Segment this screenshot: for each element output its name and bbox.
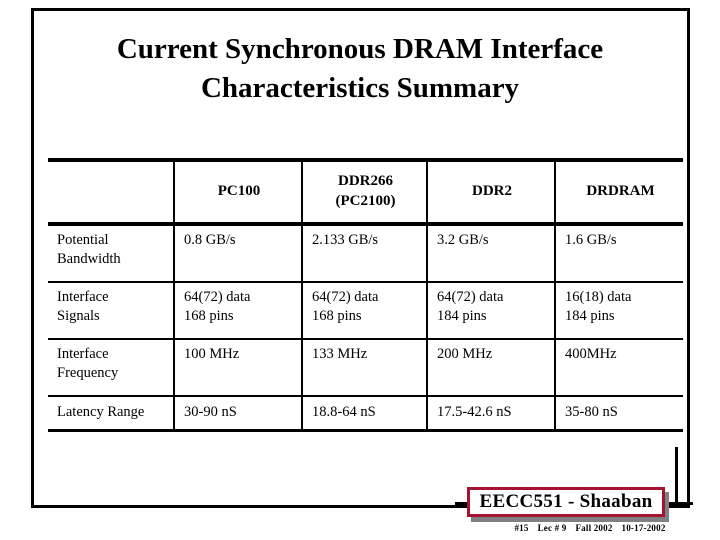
- cell-line-2: 184 pins: [565, 308, 615, 325]
- badge-right-connector-bracket: [675, 447, 693, 505]
- cell-bandwidth-ddr266: 2.133 GB/s: [301, 224, 427, 282]
- table-header-ddr266: DDR266 (PC2100): [301, 160, 427, 224]
- cell-latency-ddr2: 17.5-42.6 nS: [426, 396, 555, 431]
- cell-line-1: 35-80 nS: [565, 404, 618, 421]
- table-header-drdram: DRDRAM: [554, 160, 683, 224]
- row-label-potential-bandwidth: Potential Bandwidth: [48, 224, 174, 282]
- table-header-pc100: PC100: [173, 160, 302, 224]
- table-row: Interface Signals 64(72) data 168 pins 6…: [48, 282, 683, 339]
- cell-line-1: 17.5-42.6 nS: [437, 404, 512, 421]
- cell-frequency-ddr266: 133 MHz: [301, 339, 427, 396]
- row-label-line-1: Potential: [57, 232, 109, 248]
- table-row: Interface Frequency 100 MHz 133 MHz 200 …: [48, 339, 683, 396]
- cell-signals-ddr266: 64(72) data 168 pins: [301, 282, 427, 339]
- cell-line-2: 184 pins: [437, 308, 487, 325]
- cell-line-1: 2.133 GB/s: [312, 232, 379, 248]
- table-header-ddr266-line-1: DDR266: [338, 173, 393, 190]
- slide-number: #15: [514, 523, 529, 533]
- lecture-number: Lec # 9: [537, 523, 567, 533]
- cell-line-1: 0.8 GB/s: [184, 232, 236, 248]
- table-header-ddr2-line-1: DDR2: [472, 183, 512, 200]
- cell-line-1: 16(18) data: [565, 289, 632, 305]
- table-header: PC100 DDR266 (PC2100) DDR2 DRDRAM: [48, 160, 683, 224]
- date-label: 10-17-2002: [621, 523, 666, 533]
- page-title-line-2: Characteristics Summary: [200, 71, 520, 104]
- cell-line-1: 64(72) data: [184, 289, 251, 305]
- table-header-row: PC100 DDR266 (PC2100) DDR2 DRDRAM: [48, 160, 683, 224]
- dram-characteristics-table: PC100 DDR266 (PC2100) DDR2 DRDRAM Potent…: [48, 158, 683, 432]
- cell-line-1: 18.8-64 nS: [312, 404, 376, 421]
- cell-bandwidth-pc100: 0.8 GB/s: [173, 224, 302, 282]
- cell-line-2: 168 pins: [184, 308, 234, 325]
- cell-bandwidth-ddr2: 3.2 GB/s: [426, 224, 555, 282]
- table-header-ddr2: DDR2: [426, 160, 555, 224]
- cell-frequency-drdram: 400MHz: [554, 339, 683, 396]
- cell-latency-pc100: 30-90 nS: [173, 396, 302, 431]
- table-header-corner-cell: [48, 160, 174, 224]
- row-label-line-2: Signals: [57, 308, 100, 325]
- table-header-ddr266-line-2: (PC2100): [335, 193, 396, 209]
- cell-line-1: 64(72) data: [312, 289, 379, 305]
- cell-frequency-pc100: 100 MHz: [173, 339, 302, 396]
- table-row: Potential Bandwidth 0.8 GB/s 2.133 GB/s …: [48, 224, 683, 282]
- cell-signals-ddr2: 64(72) data 184 pins: [426, 282, 555, 339]
- table-header-drdram-line-1: DRDRAM: [586, 183, 655, 200]
- row-label-line-2: Frequency: [57, 365, 119, 382]
- row-label-line-1: Latency Range: [57, 404, 145, 421]
- table-header-pc100-line-1: PC100: [217, 183, 261, 200]
- cell-line-1: 1.6 GB/s: [565, 232, 617, 248]
- cell-line-2: 168 pins: [312, 308, 362, 325]
- row-label-line-2: Bandwidth: [57, 251, 121, 268]
- footer-badge-group: EECC551 - Shaaban: [455, 447, 695, 522]
- row-label-line-1: Interface: [57, 289, 109, 305]
- cell-signals-pc100: 64(72) data 168 pins: [173, 282, 302, 339]
- row-label-latency-range: Latency Range: [48, 396, 174, 431]
- cell-bandwidth-drdram: 1.6 GB/s: [554, 224, 683, 282]
- cell-signals-drdram: 16(18) data 184 pins: [554, 282, 683, 339]
- cell-frequency-ddr2: 200 MHz: [426, 339, 555, 396]
- cell-line-1: 100 MHz: [184, 346, 240, 362]
- cell-line-1: 133 MHz: [312, 346, 368, 362]
- cell-line-1: 400MHz: [565, 346, 617, 362]
- cell-line-1: 200 MHz: [437, 346, 493, 362]
- cell-line-1: 64(72) data: [437, 289, 504, 305]
- table-row: Latency Range 30-90 nS 18.8-64 nS 17.5-4…: [48, 396, 683, 431]
- page-title: Current Synchronous DRAM Interface Chara…: [45, 30, 675, 107]
- row-label-interface-signals: Interface Signals: [48, 282, 174, 339]
- page-title-line-1: Current Synchronous DRAM Interface: [116, 33, 604, 65]
- course-badge-label: EECC551 - Shaaban: [479, 491, 653, 512]
- cell-line-1: 3.2 GB/s: [437, 232, 489, 248]
- cell-line-1: 30-90 nS: [184, 404, 237, 421]
- table-body: Potential Bandwidth 0.8 GB/s 2.133 GB/s …: [48, 224, 683, 431]
- row-label-interface-frequency: Interface Frequency: [48, 339, 174, 396]
- footer-metadata: #15 Lec # 9 Fall 2002 10-17-2002: [480, 523, 700, 533]
- course-badge: EECC551 - Shaaban: [467, 487, 665, 517]
- term-label: Fall 2002: [575, 523, 613, 533]
- row-label-line-1: Interface: [57, 346, 109, 362]
- cell-latency-ddr266: 18.8-64 nS: [301, 396, 427, 431]
- cell-latency-drdram: 35-80 nS: [554, 396, 683, 431]
